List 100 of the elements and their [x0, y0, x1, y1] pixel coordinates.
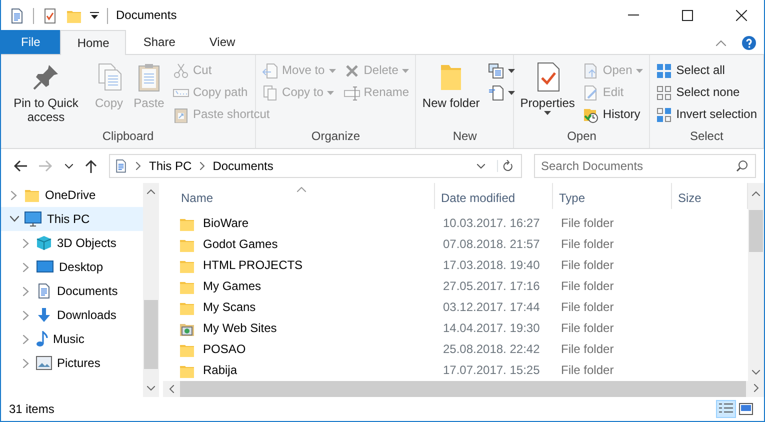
file-menu-button[interactable]: File [1, 30, 60, 54]
tree-item[interactable]: This PC [1, 207, 143, 231]
ribbon-button[interactable]: Invert selection [653, 105, 760, 124]
file-type: File folder [560, 258, 615, 273]
ribbon-button[interactable]: History [580, 105, 646, 124]
help-icon [742, 36, 756, 50]
tree-item[interactable]: Downloads [1, 303, 143, 327]
new-document-icon [488, 84, 504, 100]
rename-icon [344, 84, 360, 100]
invert-selection-icon [656, 106, 672, 122]
open-document-icon [582, 62, 599, 78]
up-arrow-icon [85, 159, 97, 173]
separator-chevron-icon [136, 162, 141, 170]
file-type: File folder [560, 216, 615, 231]
select-all-icon [656, 62, 672, 78]
file-type: File folder [560, 321, 615, 336]
ribbon-button[interactable]: Select all [653, 61, 760, 80]
date-modified: 07.08.2018. 21:57 [442, 237, 541, 252]
tree-item[interactable]: OneDrive [1, 183, 143, 207]
date-modified: 17.07.2017. 15:25 [442, 363, 541, 378]
move-document-icon [262, 62, 278, 78]
file-name[interactable]: Rabija [203, 363, 238, 378]
breadcrumb-link[interactable]: This PC [149, 158, 192, 174]
file-name[interactable]: My Web Sites [203, 321, 277, 336]
monitor-icon [24, 211, 42, 227]
document-icon [9, 8, 25, 24]
refresh-icon [502, 160, 513, 172]
maximize-icon [682, 10, 692, 21]
window-title: Documents [116, 8, 178, 23]
file-type: File folder [560, 279, 615, 294]
group-label: New [452, 129, 478, 145]
date-modified: 10.03.2017. 16:27 [442, 216, 541, 231]
item-count: 31 items [9, 402, 56, 416]
file-name[interactable]: HTML PROJECTS [203, 258, 303, 273]
tree-item[interactable]: 3D Objects [1, 231, 143, 255]
picture-icon [36, 356, 52, 370]
scroll-right-icon [754, 384, 758, 392]
column-header[interactable]: Name [175, 183, 435, 209]
view-mode-button[interactable] [736, 400, 756, 418]
file-name[interactable]: My Scans [203, 300, 256, 315]
this-pc-document-icon [114, 159, 128, 173]
chevron-down-icon [477, 164, 485, 168]
tree-item[interactable]: Documents [1, 279, 143, 303]
file-name[interactable]: Godot Games [203, 237, 278, 252]
edit-document-icon [582, 84, 599, 100]
date-modified: 27.05.2017. 17:16 [442, 279, 541, 294]
collapse-ribbon-icon [716, 40, 726, 46]
ribbon-button[interactable]: New folder [419, 59, 483, 129]
new-item-icon [488, 62, 504, 78]
download-arrow-icon [36, 307, 52, 323]
scroll-up-icon [752, 191, 760, 196]
details-view-icon [719, 403, 733, 415]
scissors-icon [173, 62, 189, 78]
view-mode-button[interactable] [716, 400, 736, 418]
file-name[interactable]: My Games [203, 279, 262, 294]
file-name[interactable]: POSAO [203, 342, 246, 357]
ribbon-tab[interactable]: View [192, 30, 252, 54]
separator-chevron-icon [200, 162, 205, 170]
tree-item[interactable]: Music [1, 327, 143, 351]
column-header[interactable]: Type [553, 183, 672, 209]
document-icon [36, 283, 52, 299]
scroll-down-icon [752, 370, 760, 375]
cube-icon [36, 235, 52, 251]
close-icon [736, 10, 746, 21]
group-label: Open [566, 129, 598, 145]
breadcrumb-link[interactable]: Documents [212, 158, 274, 174]
ribbon-tab[interactable]: Home [60, 30, 126, 55]
address-bar[interactable]: This PC Documents [109, 154, 522, 178]
file-name[interactable]: BioWare [203, 216, 249, 231]
select-none-icon [656, 84, 672, 100]
scrollbar-thumb[interactable] [180, 381, 746, 397]
tree-item[interactable]: Desktop [1, 255, 143, 279]
file-type: File folder [560, 237, 615, 252]
file-type: File folder [560, 300, 615, 315]
scrollbar-thumb[interactable] [749, 210, 763, 252]
ribbon-button[interactable]: Pin to Quick access [4, 59, 88, 129]
date-modified: 14.04.2017. 19:30 [442, 321, 541, 336]
folder-icon [24, 187, 40, 203]
column-header[interactable]: Date modified [435, 183, 553, 209]
large-icons-view-icon [739, 403, 753, 415]
group-label: Clipboard [101, 129, 155, 145]
delete-icon [344, 62, 360, 78]
search-field[interactable]: Search Documents [534, 154, 756, 178]
music-note-icon [36, 331, 48, 347]
history-icon [582, 106, 599, 122]
file-type: File folder [560, 342, 615, 357]
ribbon-button[interactable]: Select none [653, 83, 760, 102]
group-label: Organize [310, 129, 362, 145]
scroll-up-icon [147, 189, 155, 194]
ribbon-tab[interactable]: Share [126, 30, 192, 54]
ribbon-button[interactable]: Properties [517, 59, 578, 129]
dropdown-icon [90, 12, 99, 20]
date-modified: 25.08.2018. 22:42 [442, 342, 541, 357]
desktop-icon [36, 259, 54, 275]
date-modified: 03.12.2017. 17:44 [442, 300, 541, 315]
chevron-down-icon [65, 164, 73, 168]
forward-arrow-icon [39, 160, 53, 172]
tree-item[interactable]: Pictures [1, 351, 143, 375]
scrollbar-thumb[interactable] [144, 300, 158, 369]
scroll-down-icon [147, 386, 155, 391]
